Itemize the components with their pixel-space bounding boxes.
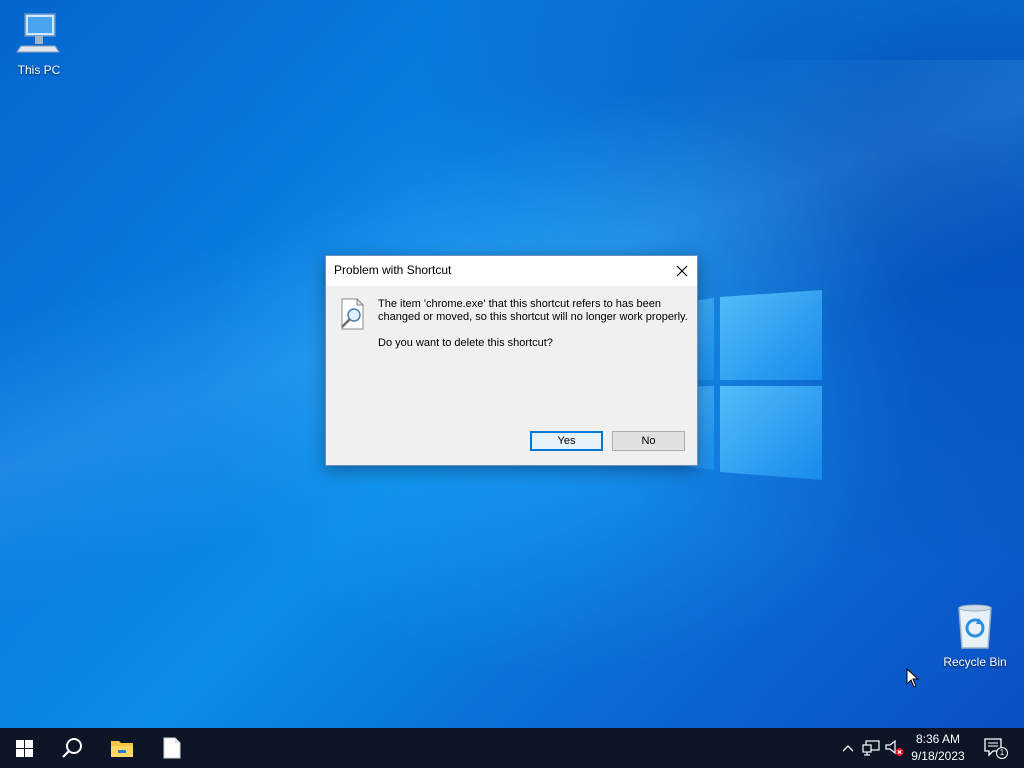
recycle-bin-icon <box>958 604 992 649</box>
taskbar-clock[interactable]: 8:36 AM 9/18/2023 <box>904 731 972 765</box>
volume-muted-icon <box>885 739 904 756</box>
dialog-message-text: The item 'chrome.exe' that this shortcut… <box>378 298 688 323</box>
close-icon <box>676 265 688 277</box>
dialog-message: The item 'chrome.exe' that this shortcut… <box>378 298 693 350</box>
blank-document-icon <box>163 737 181 759</box>
search-button[interactable] <box>48 728 96 768</box>
dialog-title: Problem with Shortcut <box>334 263 452 277</box>
desktop-icon-label: This PC <box>17 63 61 77</box>
computer-icon <box>16 13 60 53</box>
desktop-icon-recycle-bin[interactable]: Recycle Bin <box>939 602 1011 669</box>
taskbar: 8:36 AM 9/18/2023 1 <box>0 728 1024 768</box>
dialog-question: Do you want to delete this shortcut? <box>378 337 553 349</box>
network-icon <box>862 740 880 756</box>
search-document-icon <box>341 298 365 330</box>
action-center-button[interactable]: 1 <box>983 738 1008 759</box>
show-hidden-icons-button[interactable] <box>838 738 858 758</box>
file-explorer-icon <box>111 741 133 757</box>
clock-date: 9/18/2023 <box>911 749 965 763</box>
file-explorer-button[interactable] <box>98 728 146 768</box>
close-button[interactable] <box>667 256 697 286</box>
volume-button[interactable] <box>885 738 905 758</box>
problem-with-shortcut-dialog: Problem with Shortcut The item 'chrome.e… <box>325 255 698 466</box>
document-button[interactable] <box>148 728 196 768</box>
notification-count-badge: 1 <box>996 747 1008 759</box>
mouse-cursor-icon <box>906 668 920 688</box>
dialog-titlebar[interactable]: Problem with Shortcut <box>326 256 697 286</box>
start-button[interactable] <box>0 728 48 768</box>
windows-start-icon <box>15 739 33 757</box>
search-icon <box>62 738 82 758</box>
desktop-icon-this-pc[interactable]: This PC <box>3 10 75 77</box>
network-button[interactable] <box>861 738 881 758</box>
desktop-icon-label: Recycle Bin <box>943 655 1007 669</box>
yes-button[interactable]: Yes <box>530 431 603 451</box>
no-button[interactable]: No <box>612 431 685 451</box>
chevron-up-icon <box>842 745 854 752</box>
clock-time: 8:36 AM <box>915 732 961 746</box>
